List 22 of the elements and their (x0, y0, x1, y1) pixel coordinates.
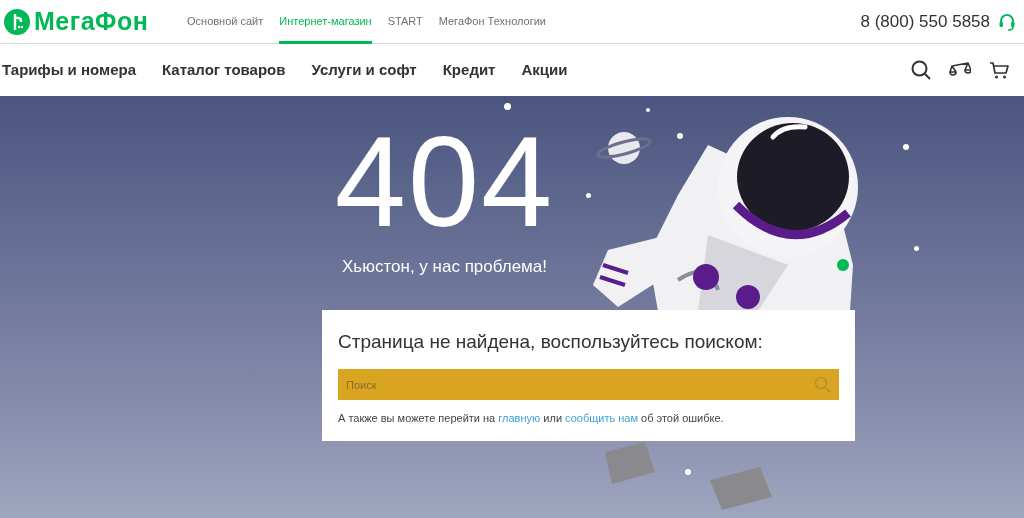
phone-number[interactable]: 8 (800) 550 5858 (860, 8, 990, 35)
top-nav-link[interactable]: Основной сайт (187, 0, 264, 44)
main-nav-link[interactable]: Услуги и софт (311, 58, 417, 82)
headset-icon[interactable] (998, 12, 1016, 31)
search-field[interactable]: Поиск (338, 369, 839, 400)
home-link[interactable]: главную (498, 412, 541, 424)
planet-drawing (595, 130, 653, 166)
top-nav-link[interactable]: МегаФон Технологии (438, 0, 546, 44)
scales-icon[interactable] (949, 61, 971, 79)
help-text: А также вы можете перейти на главную или сообщить нам об этой ошибке. (338, 411, 725, 426)
main-nav-link[interactable]: Тарифы и номера (2, 58, 136, 82)
main-nav-link[interactable]: Кредит (442, 58, 496, 82)
cart-icon[interactable] (989, 60, 1010, 80)
error-subtitle: Хьюстон, у нас проблема! (341, 256, 548, 278)
report-link[interactable]: сообщить нам (565, 412, 639, 424)
error-code: 404 (333, 118, 556, 246)
top-nav-link[interactable]: START (387, 0, 423, 44)
card-title: Страница не найдена, воспользуйтесь поиском: (338, 329, 764, 354)
main-nav-link[interactable]: Каталог товаров (162, 58, 286, 82)
main-nav-link[interactable]: Акции (521, 58, 568, 82)
search-icon[interactable] (911, 60, 931, 80)
logo-icon (4, 8, 30, 35)
